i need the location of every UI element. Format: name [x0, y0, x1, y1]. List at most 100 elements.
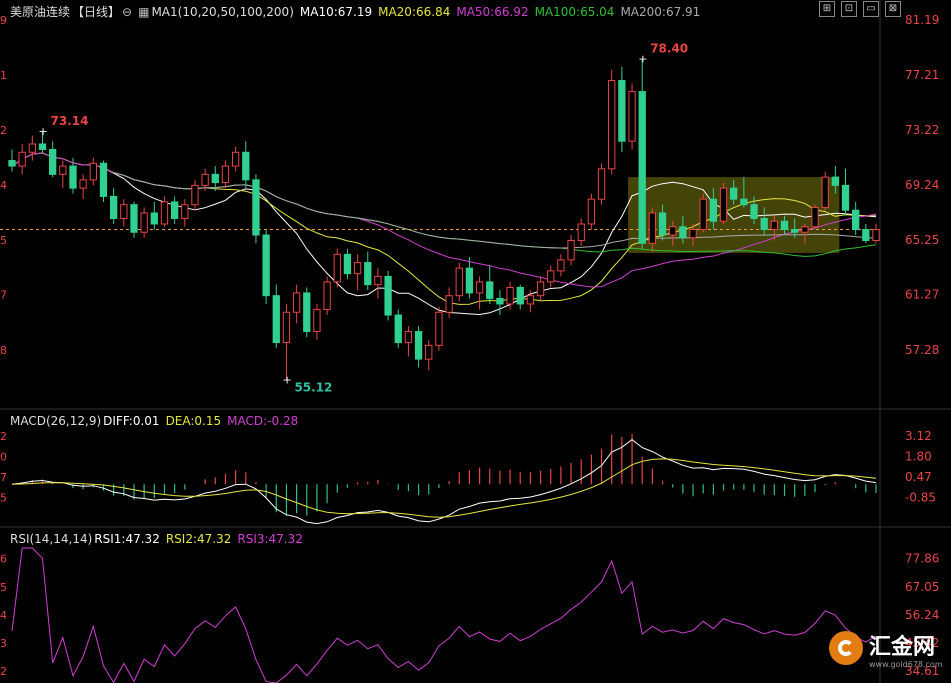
left-axis-label: 3 [0, 637, 7, 650]
rsi-axis-label: 77.86 [905, 552, 939, 566]
candle-body [404, 331, 413, 344]
candle-body [303, 292, 311, 333]
candle-body [384, 275, 392, 316]
candle-body [343, 253, 352, 275]
left-axis-label: 7 [0, 289, 7, 302]
candle-body [780, 220, 789, 230]
candle-body [740, 198, 748, 206]
left-axis-label: 5 [0, 491, 7, 504]
logo-mark-icon [829, 631, 863, 665]
candle-body [486, 281, 494, 299]
candle-body [435, 311, 443, 346]
maximize-icon[interactable]: ⊞ [819, 1, 835, 17]
price-annotation: 78.40 [650, 41, 688, 55]
candle-body [252, 179, 260, 236]
candle-body [709, 198, 718, 222]
candle-body [140, 212, 148, 233]
candle-body [79, 179, 87, 189]
left-axis-label: 0 [0, 450, 7, 463]
rsi-axis-label: 67.05 [905, 580, 939, 594]
macd-axis-label: 0.47 [905, 470, 932, 484]
rsi-line [11, 547, 877, 683]
candle-body [181, 204, 189, 219]
candle-body [160, 201, 169, 225]
candle-body [496, 297, 504, 305]
ma-label[interactable]: MA1(10,20,50,100,200) [151, 3, 293, 21]
price-axis-label: 69.24 [905, 178, 939, 192]
logo-brand: 汇金网 [869, 635, 936, 660]
price-axis-label: 81.19 [905, 13, 939, 27]
macd-header: MACD(26,12,9) DIFF:0.01 DEA:0.15 MACD:-0… [0, 412, 304, 430]
candle-body [597, 168, 606, 200]
macd-diff: DIFF:0.01 [103, 414, 160, 428]
macd-value: MACD:-0.28 [227, 414, 299, 428]
price-annotation: 73.14 [50, 114, 88, 128]
instrument-title[interactable]: 美原油连续 [10, 3, 70, 21]
candle-body [313, 308, 321, 333]
candle-body [69, 165, 77, 189]
left-axis-label: 5 [0, 581, 7, 594]
candle-body [841, 184, 850, 211]
candle-body [699, 198, 707, 230]
macd-label[interactable]: MACD(26,12,9) [10, 412, 101, 430]
candle-body [801, 226, 809, 233]
candle-body [414, 331, 423, 360]
candle-body [719, 187, 728, 222]
candle-body [425, 344, 433, 360]
candle-body [364, 262, 372, 286]
rsi-label[interactable]: RSI(14,14,14) [10, 530, 92, 548]
candle-body [587, 198, 596, 225]
candle-body [689, 228, 697, 239]
candle-body [760, 217, 768, 230]
candle-body [526, 295, 535, 305]
restore-icon[interactable]: ⊡ [841, 1, 857, 17]
window-controls: ⊞ ⊡ ▭ ⊠ [819, 1, 901, 17]
candle-body [577, 223, 585, 242]
candle-body [628, 91, 636, 142]
macd-axis-label: -0.85 [905, 490, 936, 504]
candle-body [872, 228, 880, 242]
candle-body [506, 286, 514, 305]
close-icon[interactable]: ⊠ [885, 1, 901, 17]
candle-body [394, 314, 402, 344]
candle-body [669, 226, 677, 236]
candle-body [59, 165, 67, 175]
candle-body [475, 281, 484, 294]
candle-body [109, 195, 118, 219]
price-axis-label: 57.28 [905, 343, 939, 357]
ma200-value: MA200:67.91 [620, 5, 701, 19]
period-label[interactable]: 【日线】 [72, 3, 120, 21]
candle-body [292, 292, 301, 313]
candle-body [831, 176, 839, 186]
candle-body [618, 80, 626, 142]
candle-body [211, 173, 219, 184]
candle-body [374, 275, 382, 286]
candle-body [191, 184, 199, 206]
indicator-chart-icon[interactable]: ▦ [138, 3, 149, 21]
ma100-value: MA100:65.04 [534, 5, 615, 19]
candle-body [638, 91, 646, 244]
ma10-value: MA10:67.19 [299, 5, 373, 19]
left-axis-label: 7 [0, 471, 7, 484]
settings-circle-icon[interactable]: ⊖ [122, 3, 132, 21]
candle-body [658, 212, 667, 236]
candle-body [323, 281, 331, 310]
candle-body [99, 162, 108, 197]
candle-body [170, 201, 179, 219]
left-axis-label: 6 [0, 553, 7, 566]
chart-canvas[interactable]: 81.19977.21173.22269.24465.25561.27757.2… [0, 0, 951, 683]
marker-cross: + [38, 125, 47, 138]
candle-body [862, 228, 870, 242]
left-axis-label: 4 [0, 609, 7, 622]
candle-body [608, 80, 616, 170]
candle-body [750, 204, 758, 219]
macd-dea-line [11, 458, 877, 518]
candle-body [28, 143, 36, 153]
candle-body [262, 234, 270, 297]
candle-body [282, 311, 291, 344]
candle-body [791, 228, 799, 233]
candle-body [38, 143, 47, 151]
minimize-icon[interactable]: ▭ [863, 1, 879, 17]
candle-body [89, 162, 97, 181]
candle-body [130, 204, 138, 233]
